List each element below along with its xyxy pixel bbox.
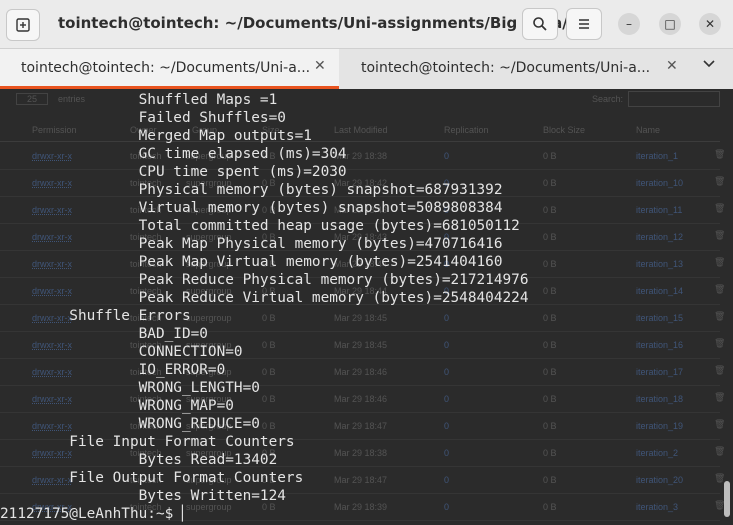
- tab-1-label: tointech@tointech: ~/Documents/Uni-a...: [21, 60, 311, 76]
- terminal-line: Shuffle Errors: [0, 308, 191, 324]
- terminal-view[interactable]: 25 entries Search: Permission Owner Grou…: [0, 89, 733, 525]
- new-tab-icon: [16, 18, 30, 32]
- close-icon: ✕: [704, 17, 716, 31]
- terminal-line: BAD_ID=0: [0, 326, 208, 342]
- terminal-line: WRONG_MAP=0: [0, 398, 234, 414]
- terminal-line: Peak Map Virtual memory (bytes)=25414041…: [0, 254, 503, 270]
- maximize-icon: □: [664, 17, 676, 31]
- tabs-dropdown-icon[interactable]: [702, 57, 716, 73]
- terminal-line: Bytes Written=124: [0, 488, 286, 504]
- terminal-line: Peak Reduce Virtual memory (bytes)=25484…: [0, 290, 529, 306]
- terminal-line: Peak Map Physical memory (bytes)=4707164…: [0, 236, 503, 252]
- tab-2-close-icon[interactable]: ✕: [666, 58, 678, 74]
- terminal-scrollbar[interactable]: [724, 481, 730, 517]
- terminal-line: Shuffled Maps =1: [0, 92, 278, 108]
- terminal-line: Peak Reduce Physical memory (bytes)=2172…: [0, 272, 529, 288]
- terminal-line: CONNECTION=0: [0, 344, 243, 360]
- tab-2-label: tointech@tointech: ~/Documents/Uni-a...: [361, 60, 651, 76]
- terminal-line: GC time elapsed (ms)=304: [0, 146, 347, 162]
- terminal-line: WRONG_REDUCE=0: [0, 416, 260, 432]
- minimize-button[interactable]: –: [618, 13, 640, 35]
- terminal-line: IO_ERROR=0: [0, 362, 226, 378]
- terminal-line: CPU time spent (ms)=2030: [0, 164, 347, 180]
- terminal-line: Physical memory (bytes) snapshot=6879313…: [0, 182, 503, 198]
- tab-1[interactable]: tointech@tointech: ~/Documents/Uni-a... …: [0, 49, 339, 89]
- terminal-line: Total committed heap usage (bytes)=68105…: [0, 218, 520, 234]
- tab-bar: tointech@tointech: ~/Documents/Uni-a... …: [0, 49, 733, 89]
- terminal-output: Shuffled Maps =1 Failed Shuffles=0 Merge…: [0, 91, 720, 523]
- minimize-icon: –: [626, 17, 632, 31]
- window-title: tointech@tointech: ~/Documents/Uni-assig…: [58, 14, 585, 32]
- terminal-line: Bytes Read=13402: [0, 452, 278, 468]
- terminal-line: Virtual memory (bytes) snapshot=50898083…: [0, 200, 503, 216]
- close-button[interactable]: ✕: [699, 13, 721, 35]
- tab-1-close-icon[interactable]: ✕: [314, 58, 326, 74]
- terminal-line: WRONG_LENGTH=0: [0, 380, 260, 396]
- search-icon: [533, 17, 547, 31]
- menu-button[interactable]: [566, 8, 602, 40]
- hamburger-icon: [579, 19, 589, 29]
- shell-prompt[interactable]: 21127175@LeAnhThu:~$ ▏: [0, 505, 720, 523]
- title-bar: tointech@tointech: ~/Documents/Uni-assig…: [0, 0, 733, 49]
- maximize-button[interactable]: □: [659, 13, 681, 35]
- terminal-line: File Output Format Counters: [0, 470, 304, 486]
- search-button[interactable]: [522, 8, 558, 40]
- terminal-line: File Input Format Counters: [0, 434, 295, 450]
- terminal-line: Merged Map outputs=1: [0, 128, 312, 144]
- tab-2[interactable]: tointech@tointech: ~/Documents/Uni-a... …: [339, 49, 694, 89]
- terminal-line: Failed Shuffles=0: [0, 110, 286, 126]
- new-tab-button[interactable]: [6, 9, 40, 41]
